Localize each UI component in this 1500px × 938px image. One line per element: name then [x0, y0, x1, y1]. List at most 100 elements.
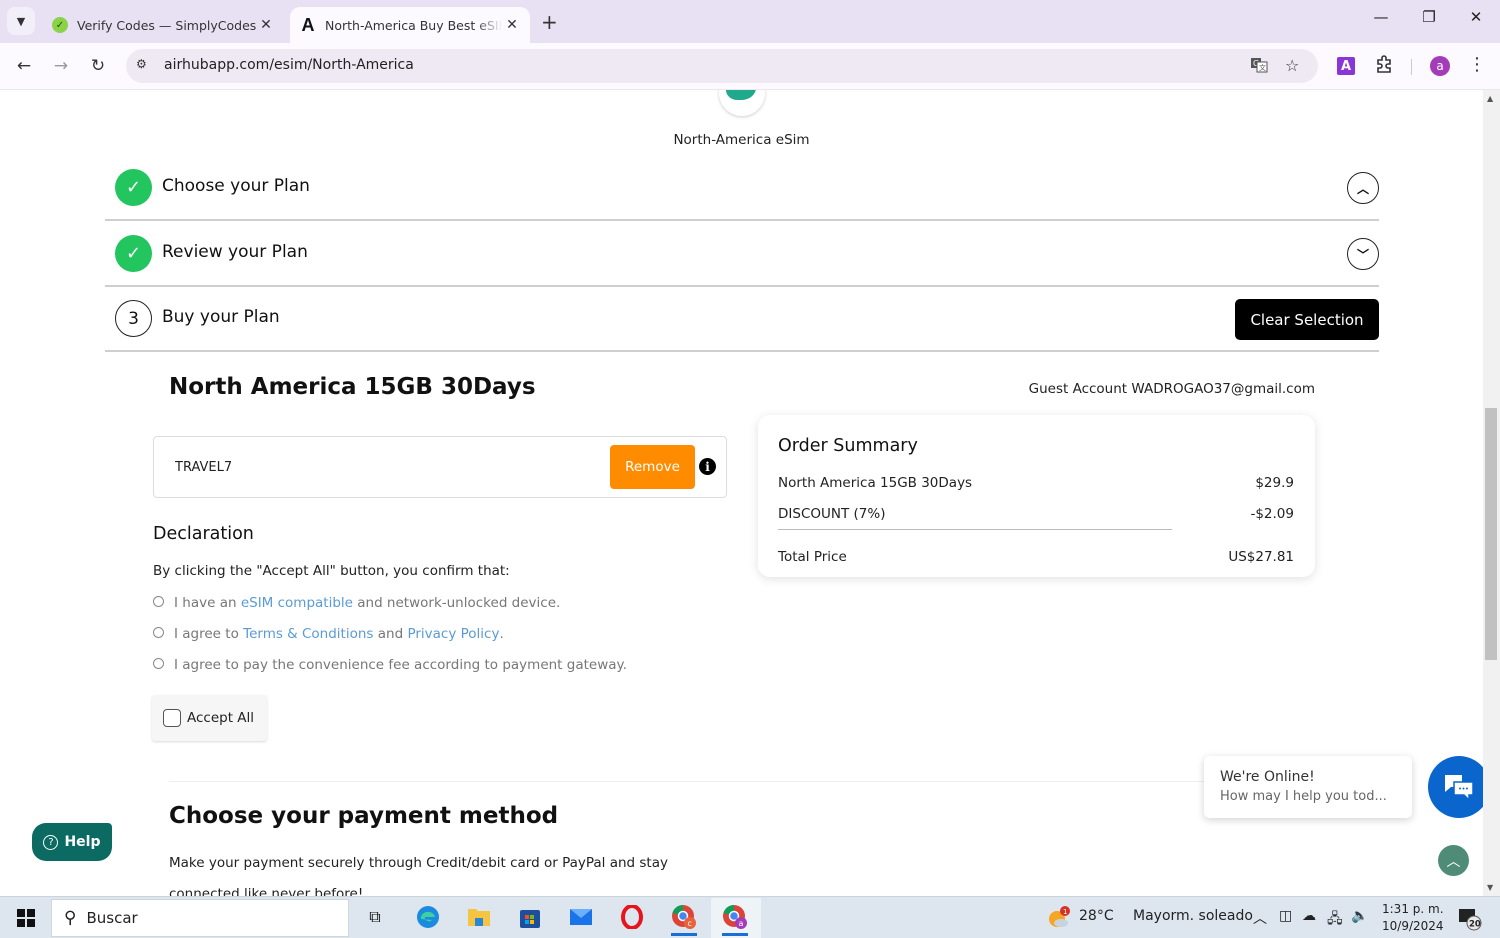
- camera-icon[interactable]: ◫: [1279, 908, 1292, 924]
- profile-avatar[interactable]: a: [1430, 56, 1450, 76]
- close-tab-icon[interactable]: ✕: [256, 17, 276, 33]
- chat-launcher-button[interactable]: [1428, 756, 1483, 818]
- back-button[interactable]: ←: [12, 54, 36, 78]
- bookmark-star-icon[interactable]: ☆: [1285, 56, 1299, 75]
- microsoft-store-icon[interactable]: [517, 904, 543, 930]
- section-divider: [169, 781, 1209, 782]
- coupon-field[interactable]: TRAVEL7 Remove i: [153, 436, 727, 498]
- taskbar-search[interactable]: ⚲ Buscar: [51, 899, 349, 937]
- notifications-icon[interactable]: 20: [1458, 907, 1482, 931]
- step-review-plan[interactable]: ✓ Review your Plan ﹀: [105, 221, 1379, 287]
- order-summary-title: Order Summary: [778, 436, 918, 456]
- help-button[interactable]: ? Help: [32, 823, 112, 861]
- taskbar-search-placeholder: Buscar: [86, 909, 138, 927]
- scroll-to-top-button[interactable]: ︿: [1438, 845, 1469, 876]
- total-price-value: US$27.81: [1228, 549, 1294, 565]
- volume-icon[interactable]: 🔈: [1351, 908, 1368, 924]
- remove-coupon-button[interactable]: Remove: [610, 445, 695, 489]
- forward-button[interactable]: →: [49, 54, 73, 78]
- browser-menu-icon[interactable]: ⋮: [1468, 54, 1486, 75]
- clear-selection-button[interactable]: Clear Selection: [1235, 299, 1379, 340]
- chevron-down-icon[interactable]: ﹀: [1347, 238, 1379, 270]
- tab-simplycodes[interactable]: ✓ Verify Codes — SimplyCodes ✕: [44, 7, 284, 43]
- step-complete-check-icon: ✓: [115, 235, 152, 272]
- browser-toolbar: ← → ↻ ⚙ airhubapp.com/esim/North-America…: [0, 43, 1500, 90]
- chat-greeting-bubble[interactable]: We're Online! How may I help you tod...: [1204, 756, 1412, 818]
- reload-button[interactable]: ↻: [86, 54, 110, 78]
- page-scrollbar[interactable]: ▲ ▼: [1483, 90, 1500, 896]
- tab-airhub[interactable]: A North-America Buy Best eSIM for ✕: [290, 7, 530, 43]
- chrome-profile-a-icon[interactable]: a: [722, 904, 748, 936]
- scroll-up-arrow-icon[interactable]: ▲: [1487, 94, 1493, 103]
- declaration-intro: By clicking the "Accept All" button, you…: [153, 563, 510, 579]
- summary-row-value: $29.9: [1255, 475, 1294, 491]
- svg-text:文: 文: [1259, 63, 1266, 72]
- summary-row-plan: North America 15GB 30Days $29.9: [778, 475, 1294, 491]
- network-icon[interactable]: 🖧: [1327, 908, 1343, 932]
- weather-icon[interactable]: 1: [1046, 905, 1072, 935]
- radio-button[interactable]: [153, 626, 164, 638]
- summary-row-label: DISCOUNT (7%): [778, 506, 886, 522]
- toolbar-divider: [1411, 59, 1412, 75]
- chevron-up-icon[interactable]: ︿: [1347, 172, 1379, 204]
- onedrive-error-icon[interactable]: ☁: [1302, 908, 1316, 924]
- step-label: Review your Plan: [162, 242, 308, 262]
- step-choose-plan[interactable]: ✓ Choose your Plan ︿: [105, 155, 1379, 221]
- translate-icon[interactable]: G文: [1250, 56, 1268, 78]
- chevron-up-icon: ︿: [1446, 853, 1461, 870]
- site-info-icon[interactable]: ⚙: [136, 57, 147, 71]
- tab-search-button[interactable]: ▼: [7, 7, 35, 35]
- terms-conditions-link[interactable]: Terms & Conditions: [243, 626, 373, 642]
- minimize-button[interactable]: —: [1366, 8, 1396, 26]
- windows-start-icon[interactable]: [17, 909, 35, 927]
- declaration-item-fee[interactable]: I agree to pay the convenience fee accor…: [153, 657, 627, 673]
- coupon-code[interactable]: TRAVEL7: [175, 460, 232, 475]
- step-label: Choose your Plan: [162, 176, 310, 196]
- plan-title: North America 15GB 30Days: [169, 374, 536, 400]
- restore-button[interactable]: ❐: [1414, 8, 1444, 26]
- new-tab-button[interactable]: +: [541, 10, 558, 34]
- system-clock[interactable]: 1:31 p. m. 10/9/2024: [1382, 901, 1444, 935]
- order-summary-card: Order Summary North America 15GB 30Days …: [758, 415, 1315, 577]
- radio-button[interactable]: [153, 657, 164, 669]
- summary-row-discount: DISCOUNT (7%) -$2.09: [778, 506, 1294, 522]
- esim-compatible-link[interactable]: eSIM compatible: [241, 595, 353, 611]
- extensions-puzzle-icon[interactable]: [1374, 54, 1394, 79]
- show-hidden-icons-icon[interactable]: ︿: [1253, 908, 1267, 928]
- scroll-down-arrow-icon[interactable]: ▼: [1487, 883, 1493, 892]
- weather-temperature[interactable]: 28°C: [1079, 908, 1114, 924]
- task-view-icon[interactable]: ⧉: [362, 904, 388, 930]
- svg-text:1: 1: [1063, 908, 1067, 916]
- chat-greeting-text: How may I help you tod...: [1220, 789, 1387, 804]
- edge-icon[interactable]: [415, 904, 441, 930]
- info-icon[interactable]: i: [699, 458, 716, 475]
- tab-title: Verify Codes — SimplyCodes: [77, 17, 256, 33]
- extension-a-icon[interactable]: A: [1337, 57, 1355, 75]
- radio-button[interactable]: [153, 595, 164, 607]
- summary-row-label: North America 15GB 30Days: [778, 475, 973, 491]
- privacy-policy-link[interactable]: Privacy Policy: [407, 626, 499, 642]
- opera-icon[interactable]: [619, 904, 645, 930]
- airhub-a-icon: A: [301, 14, 315, 35]
- question-icon: ?: [43, 834, 59, 850]
- chat-greeting-title: We're Online!: [1220, 769, 1315, 785]
- address-bar[interactable]: ⚙ airhubapp.com/esim/North-America G文 ☆: [126, 49, 1318, 83]
- close-window-button[interactable]: ✕: [1461, 8, 1491, 26]
- clock-date: 10/9/2024: [1382, 919, 1444, 933]
- chevron-down-icon: ▼: [16, 14, 26, 28]
- mail-icon[interactable]: [568, 904, 594, 930]
- declaration-item-terms[interactable]: I agree to Terms & Conditions and Privac…: [153, 626, 504, 642]
- declaration-item-esim[interactable]: I have an eSIM compatible and network-un…: [153, 595, 560, 611]
- scrollbar-thumb[interactable]: [1485, 408, 1497, 660]
- accept-all-checkbox[interactable]: Accept All: [152, 695, 267, 741]
- payment-method-description: Make your payment securely through Credi…: [169, 855, 668, 896]
- help-label: Help: [64, 834, 101, 850]
- file-explorer-icon[interactable]: [466, 904, 492, 930]
- step-label: Buy your Plan: [162, 307, 280, 327]
- url-text[interactable]: airhubapp.com/esim/North-America: [164, 57, 414, 73]
- weather-condition[interactable]: Mayorm. soleado: [1133, 908, 1253, 924]
- checkbox[interactable]: [163, 709, 181, 727]
- page-content: North-America eSim ✓ Choose your Plan ︿ …: [0, 90, 1483, 896]
- close-tab-icon[interactable]: ✕: [502, 17, 522, 33]
- chrome-profile-c-icon[interactable]: c: [671, 904, 697, 936]
